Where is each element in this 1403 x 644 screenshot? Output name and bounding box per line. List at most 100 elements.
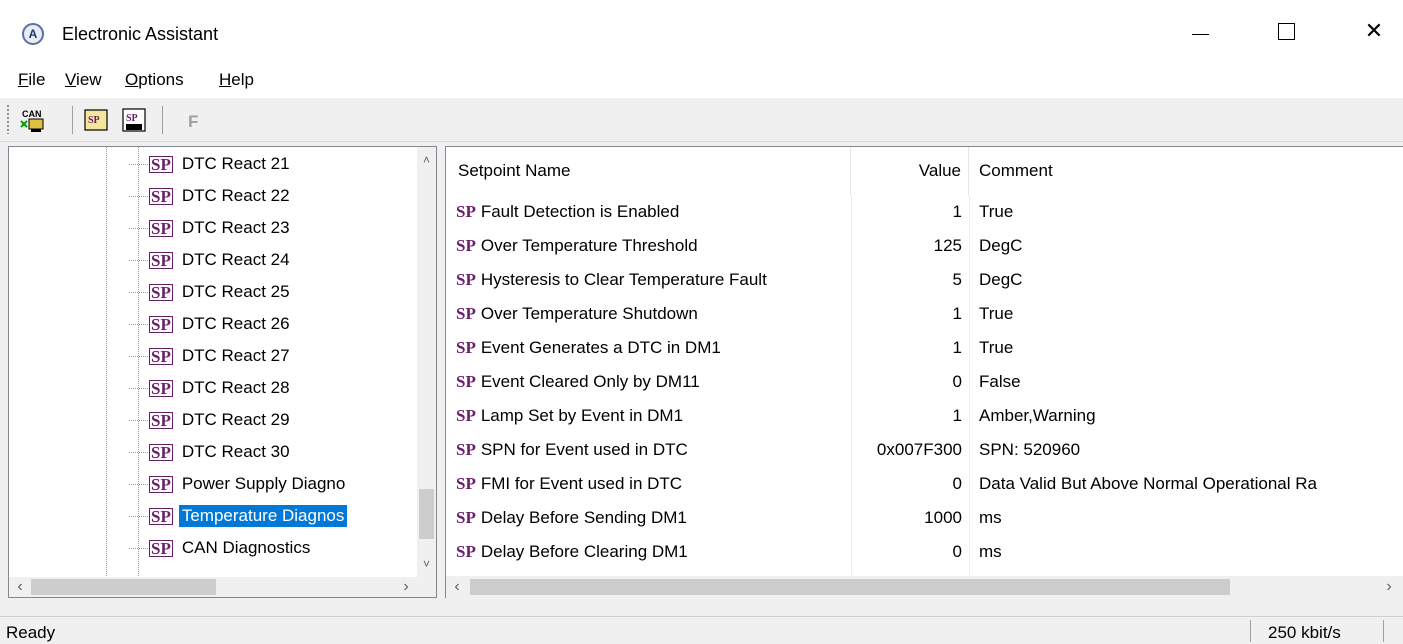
tree-item[interactable]: SP Power Supply Diagno [129,468,348,500]
tree-vscroll-thumb[interactable] [419,489,434,539]
tree-item[interactable]: SP DTC React 28 [129,372,293,404]
tree-item[interactable]: SP DTC React 29 [129,404,293,436]
tree-item-label: DTC React 30 [181,442,290,461]
table-horizontal-scrollbar[interactable]: ‹ › [446,576,1403,598]
sp-icon: SP [456,406,476,425]
table-row[interactable]: SP Event Generates a DTC in DM1 1 True [446,331,1403,365]
table-row[interactable]: SP Delay Before Clearing DM1 0 ms [446,535,1403,569]
tree-item-label: Power Supply Diagno [181,474,346,493]
toolbar-grip[interactable] [6,104,10,134]
column-name-label: Setpoint Name [458,161,571,180]
table-hscroll-thumb[interactable] [470,579,1230,595]
setpoint-value: 0 [952,542,962,561]
tree-item-label: DTC React 23 [181,218,290,237]
menu-options[interactable]: Options [125,70,184,90]
setpoint-comment: True [979,338,1014,357]
flash-button[interactable]: F [188,112,198,132]
sp-icon: SP [149,186,173,206]
tree-item[interactable]: SP Temperature Diagnos [129,500,348,532]
can-connect-button[interactable]: CAN [18,106,46,134]
column-value-label: Value [918,161,961,180]
sp-icon: SP [149,218,173,238]
setpoint-name: Event Cleared Only by DM11 [480,372,700,391]
setpoint-value: 1000 [924,508,962,527]
tree-item-label: DTC React 27 [181,346,290,365]
maximize-button[interactable] [1256,0,1316,62]
sp-open-button[interactable]: SP [82,106,110,134]
tree-connector [129,420,149,421]
table-row[interactable]: SP FMI for Event used in DTC 0 Data Valid B… [446,467,1403,501]
sp-icon: SP [456,338,476,357]
scroll-left-icon[interactable]: ‹ [446,576,468,598]
sp-icon: SP [149,442,173,462]
setpoint-comment: ms [979,508,1002,527]
sp-save-button[interactable]: SP [120,106,148,134]
table-row[interactable]: SP Event Cleared Only by DM11 0 False [446,365,1403,399]
scroll-up-icon[interactable]: ˄ [417,149,436,171]
tree-item[interactable]: SP DTC React 21 [129,148,293,180]
tree-item[interactable]: SP DTC React 24 [129,244,293,276]
table-row[interactable]: SP Over Temperature Shutdown 1 True [446,297,1403,331]
sp-icon: SP [456,202,476,221]
minimize-button[interactable] [1170,0,1230,62]
minimize-icon [1191,33,1209,35]
table-row[interactable]: SP Lamp Set by Event in DM1 1 Amber,Warning [446,399,1403,433]
scroll-corner [417,577,436,597]
table-row[interactable]: SP Fault Detection is Enabled 1 True [446,195,1403,229]
close-button[interactable]: ✕ [1344,0,1403,62]
tree-horizontal-scrollbar[interactable]: ‹ › [9,577,417,597]
tree-item[interactable]: SP DTC React 23 [129,212,293,244]
scroll-right-icon[interactable]: › [395,577,417,597]
tree-item-label: DTC React 26 [181,314,290,333]
tree-item-label: DTC React 24 [181,250,290,269]
tree-connector [129,548,149,549]
setpoint-name-cell: SP Event Generates a DTC in DM1 [456,331,851,365]
tree-connector [129,324,149,325]
tree-item[interactable]: SP CAN Diagnostics [129,532,313,564]
setpoint-comment: SPN: 520960 [979,440,1081,459]
column-header-comment[interactable]: Comment [969,147,1403,195]
tree-hscroll-thumb[interactable] [31,579,216,595]
tree-item-label: CAN Diagnostics [181,538,311,557]
tree-item[interactable]: SP DTC React 22 [129,180,293,212]
setpoint-name: Fault Detection is Enabled [480,202,680,221]
menu-view[interactable]: View [65,70,102,90]
table-row[interactable]: SP Hysteresis to Clear Temperature Fault 5… [446,263,1403,297]
status-separator [1383,620,1384,642]
tree-vertical-scrollbar[interactable]: ˄ ˅ [417,147,436,577]
setpoint-comment: False [979,372,1021,391]
menu-help[interactable]: Help [219,70,254,90]
setpoint-name: Lamp Set by Event in DM1 [480,406,684,425]
status-text: Ready [6,623,56,642]
setpoint-tree[interactable]: SP DTC React 21 SP DTC React 22 SP DTC React … [8,146,437,598]
toolbar-separator [162,106,163,134]
app-logo-icon: A [22,23,44,45]
setpoint-value: 1 [952,304,962,323]
title-bar: A Electronic Assistant ✕ [0,0,1403,62]
column-header-value[interactable]: Value [851,147,969,195]
table-row[interactable]: SP Delay Before Sending DM1 1000 ms [446,501,1403,535]
tree-connector [129,292,149,293]
setpoint-value: 1 [952,202,962,221]
table-row[interactable]: SP SPN for Event used in DTC 0x007F300 SPN:… [446,433,1403,467]
tree-item[interactable]: SP DTC React 26 [129,308,293,340]
scroll-down-icon[interactable]: ˅ [417,553,436,575]
tree-item[interactable]: SP DTC React 25 [129,276,293,308]
table-row[interactable]: SP Over Temperature Threshold 125 DegC [446,229,1403,263]
sp-icon: SP [149,474,173,494]
column-header-name[interactable]: Setpoint Name [446,147,851,195]
scroll-right-icon[interactable]: › [1378,576,1400,598]
setpoint-comment: Amber,Warning [979,406,1096,425]
tree-item[interactable]: SP DTC React 27 [129,340,293,372]
scroll-left-icon[interactable]: ‹ [9,577,31,597]
setpoint-name: Hysteresis to Clear Temperature Fault [480,270,767,289]
setpoint-value: 0 [952,372,962,391]
tree-item[interactable]: SP DTC React 30 [129,436,293,468]
setpoint-name-cell: SP Over Temperature Shutdown [456,297,851,331]
menu-file[interactable]: File [18,70,45,90]
table-header: Setpoint Name Value Comment [446,147,1403,195]
sp-open-icon: SP [84,109,108,131]
tree-connector [129,164,149,165]
close-icon: ✕ [1364,18,1384,43]
setpoint-name: SPN for Event used in DTC [480,440,688,459]
